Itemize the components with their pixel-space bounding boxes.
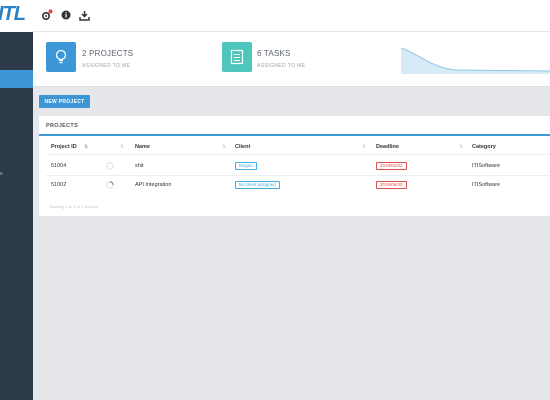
projects-panel-header: PROJECTS <box>39 116 550 136</box>
table-cell-category: ITISoftware <box>472 182 501 188</box>
sort-icon[interactable]: ⇅ <box>120 144 124 150</box>
projects-panel: PROJECTS Project ID ⇅ ⇅ Name ⇅ Client ⇅ … <box>39 116 550 216</box>
sidebar-item-label[interactable]: s <box>0 171 3 177</box>
stats-bar: 2 PROJECTS ASSIGNED TO ME 6 TASKS ASSIGN… <box>33 32 550 87</box>
projects-title: PROJECTS <box>46 123 79 129</box>
sort-icon[interactable]: ⇅ <box>84 144 88 150</box>
deadline-badge: 2018/06/30 <box>376 181 407 189</box>
logo-text: ITL <box>0 3 26 25</box>
settings-badge-icon[interactable] <box>41 9 53 21</box>
client-badge: No client assigned <box>235 181 280 189</box>
logo[interactable]: ITL <box>0 0 33 32</box>
column-name[interactable]: Name <box>135 144 150 150</box>
progress-icon <box>106 181 114 189</box>
column-client[interactable]: Client <box>235 144 250 150</box>
progress-icon <box>106 162 114 170</box>
sort-icon[interactable]: ⇅ <box>362 144 366 150</box>
projects-subtitle: ASSIGNED TO ME <box>82 63 131 69</box>
table-cell-name[interactable]: shit <box>135 163 144 169</box>
lightbulb-icon <box>46 42 76 72</box>
checklist-icon <box>222 42 252 72</box>
column-deadline[interactable]: Deadline <box>376 144 399 150</box>
table-cell-name[interactable]: API Integration <box>135 182 171 188</box>
sidebar-item-active[interactable] <box>0 70 33 88</box>
table-cell-category: ITISoftware <box>472 163 501 169</box>
download-icon[interactable] <box>78 9 90 21</box>
top-bar <box>33 0 550 32</box>
activity-sparkline <box>401 47 550 74</box>
header-divider <box>46 154 550 155</box>
client-badge: Mogan <box>235 162 257 170</box>
sort-icon[interactable]: ⇅ <box>222 144 226 150</box>
sidebar: ITL s <box>0 0 33 400</box>
table-cell-project-id: 51004 <box>51 163 67 169</box>
tasks-subtitle: ASSIGNED TO ME <box>257 63 306 69</box>
tasks-count: 6 TASKS <box>257 49 291 58</box>
new-project-button[interactable]: NEW PROJECT <box>39 95 90 108</box>
table-cell-project-id: 51002 <box>51 182 67 188</box>
column-project-id[interactable]: Project ID <box>51 144 77 150</box>
table-footer-info: Showing 1 to 2 of 2 records <box>49 204 98 209</box>
projects-count: 2 PROJECTS <box>82 49 134 58</box>
row-divider <box>46 175 550 176</box>
sort-icon[interactable]: ⇅ <box>459 144 463 150</box>
column-category[interactable]: Category <box>472 144 496 150</box>
info-icon[interactable] <box>60 9 72 21</box>
deadline-badge: 2018/01/02 <box>376 162 407 170</box>
